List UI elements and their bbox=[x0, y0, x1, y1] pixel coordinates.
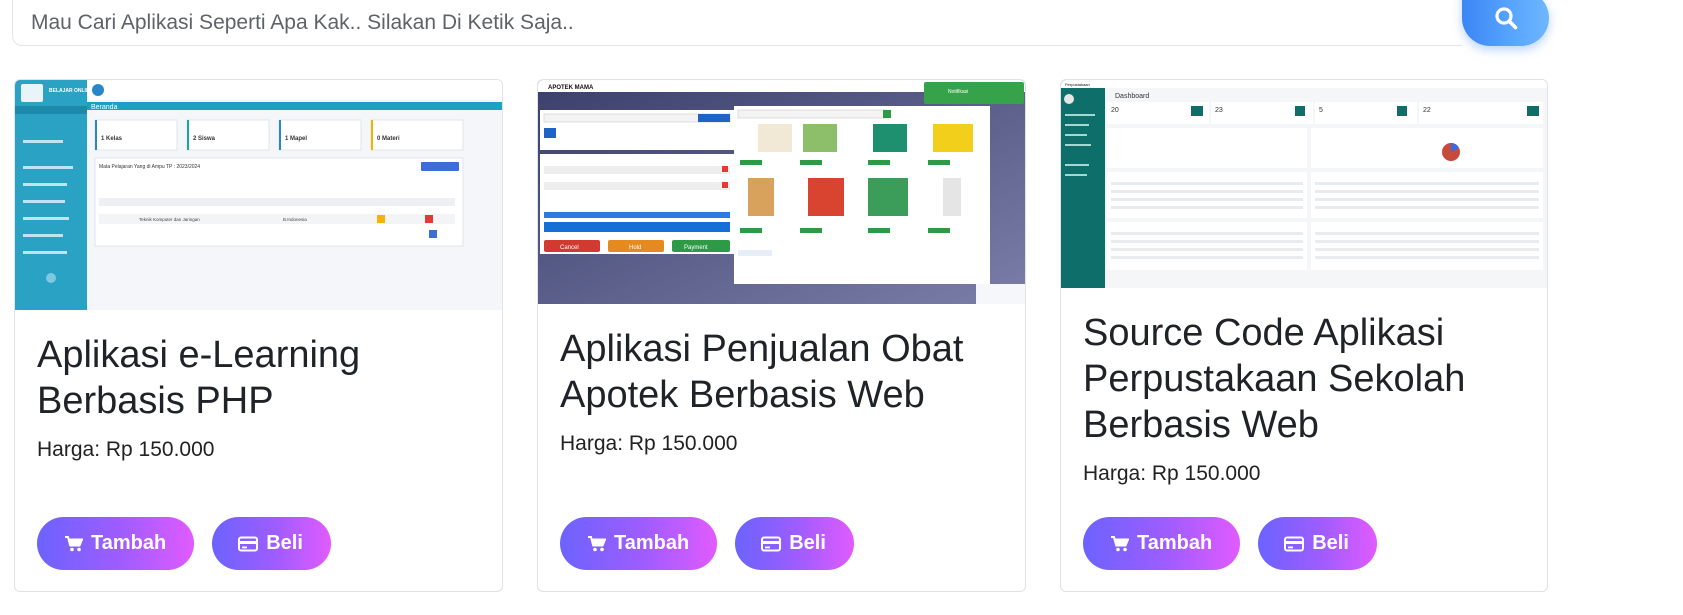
product-thumbnail[interactable]: APOTEK MAMA Notifikasi Cancel Hold Payme… bbox=[538, 80, 1025, 304]
thumb-page-title: Beranda bbox=[91, 104, 118, 111]
thumb-stat: 2 Siswa bbox=[193, 136, 216, 142]
cart-icon bbox=[65, 535, 83, 551]
search-bar bbox=[12, 0, 1549, 46]
page: BELAJAR ONLINE Beranda 1 Kelas 2 Siswa bbox=[0, 0, 1683, 615]
thumb-stat: 1 Mapel bbox=[285, 136, 307, 142]
thumb-stat: 22 bbox=[1423, 107, 1431, 114]
product-card: BELAJAR ONLINE Beranda 1 Kelas 2 Siswa 1… bbox=[14, 79, 503, 592]
thumb-stat: 5 bbox=[1319, 107, 1323, 114]
product-thumbnail[interactable]: BELAJAR ONLINE Beranda 1 Kelas 2 Siswa 1… bbox=[15, 80, 502, 310]
buy-button[interactable]: Beli bbox=[212, 517, 331, 570]
product-actions: Tambah Beli bbox=[37, 517, 331, 570]
buy-button-label: Beli bbox=[266, 532, 303, 554]
product-thumbnail[interactable]: Perpustakaan Dashboard 20 23 5 22 bbox=[1061, 80, 1547, 288]
thumb-stat: 0 Materi bbox=[377, 136, 400, 142]
product-actions: Tambah Beli bbox=[1083, 517, 1377, 570]
product-grid: BELAJAR ONLINE Beranda 1 Kelas 2 Siswa 1… bbox=[14, 79, 1554, 592]
thumb-row-language: B.Indonesia bbox=[283, 217, 307, 222]
credit-card-icon bbox=[761, 536, 782, 551]
thumb-stat: 1 Kelas bbox=[101, 136, 123, 142]
add-button-label: Tambah bbox=[91, 532, 167, 554]
thumb-brand: BELAJAR ONLINE bbox=[49, 88, 94, 94]
product-card: Perpustakaan Dashboard 20 23 5 22 Source… bbox=[1060, 79, 1548, 592]
thumb-brand: APOTEK MAMA bbox=[548, 85, 594, 91]
thumb-brand: Perpustakaan bbox=[1065, 82, 1090, 87]
cart-icon bbox=[1111, 535, 1129, 551]
credit-card-icon bbox=[1284, 536, 1305, 551]
product-title[interactable]: Source Code Aplikasi Perpustakaan Sekola… bbox=[1083, 310, 1525, 448]
buy-button-label: Beli bbox=[1312, 532, 1349, 554]
product-price: Harga: Rp 150.000 bbox=[560, 432, 738, 455]
thumb-stat: 23 bbox=[1215, 107, 1223, 114]
thumb-page-title: Dashboard bbox=[1115, 93, 1149, 100]
add-to-cart-button[interactable]: Tambah bbox=[560, 517, 718, 570]
add-button-label: Tambah bbox=[614, 532, 690, 554]
product-card: APOTEK MAMA Notifikasi Cancel Hold Payme… bbox=[537, 79, 1026, 592]
thumb-cancel: Cancel bbox=[560, 245, 579, 251]
thumb-row-subject: Teknik Komputer dan Jaringan bbox=[139, 217, 200, 222]
search-icon bbox=[1494, 7, 1517, 30]
thumb-table-title: Mata Pelajaran Yang di Ampu TP : 2023/20… bbox=[99, 164, 200, 170]
product-title[interactable]: Aplikasi e-Learning Berbasis PHP bbox=[37, 332, 480, 424]
thumb-payment: Payment bbox=[684, 245, 708, 251]
product-actions: Tambah Beli bbox=[560, 517, 854, 570]
product-price: Harga: Rp 150.000 bbox=[37, 438, 215, 461]
cart-icon bbox=[588, 535, 606, 551]
thumb-notification: Notifikasi bbox=[948, 89, 968, 95]
buy-button[interactable]: Beli bbox=[735, 517, 854, 570]
credit-card-icon bbox=[238, 536, 259, 551]
add-to-cart-button[interactable]: Tambah bbox=[37, 517, 195, 570]
buy-button[interactable]: Beli bbox=[1258, 517, 1377, 570]
buy-button-label: Beli bbox=[789, 532, 826, 554]
product-title[interactable]: Aplikasi Penjualan Obat Apotek Berbasis … bbox=[560, 326, 1003, 418]
product-price: Harga: Rp 150.000 bbox=[1083, 462, 1261, 485]
search-button[interactable] bbox=[1462, 0, 1549, 46]
search-input[interactable] bbox=[12, 0, 1462, 46]
add-to-cart-button[interactable]: Tambah bbox=[1083, 517, 1241, 570]
add-button-label: Tambah bbox=[1137, 532, 1213, 554]
thumb-stat: 20 bbox=[1111, 107, 1119, 114]
thumb-hold: Hold bbox=[629, 245, 641, 251]
